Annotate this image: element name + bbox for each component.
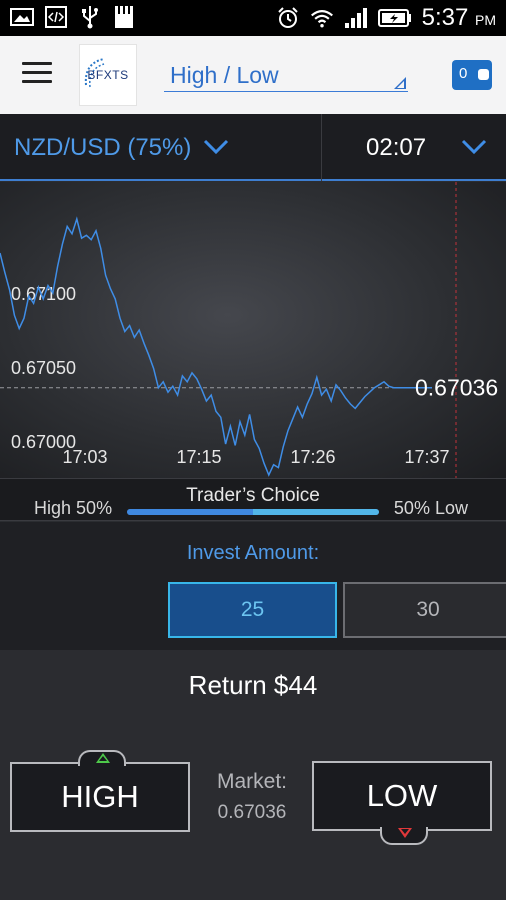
low-button-tab [380,827,428,845]
low-sentiment-pct: 50% [393,498,430,518]
x-tick-label: 17:37 [404,447,449,467]
menu-icon-line [22,71,52,74]
y-tick-label: 0.67100 [11,284,76,304]
signal-icon [344,7,368,29]
sd-card-icon [112,6,136,28]
wallet-icon [478,69,489,80]
status-bar: 5:37 PM [0,0,506,36]
asset-selector-row: NZD/USD (75%) 02:07 [0,114,506,181]
expiry-dropdown[interactable]: 02:07 [323,114,506,181]
market-price: Market: 0.67036 [196,770,308,824]
trade-panel: Return $44 HIGH Market: 0.67036 LOW [0,650,506,900]
menu-button[interactable] [22,62,52,86]
image-icon [10,6,34,28]
code-icon [44,6,68,28]
high-button-label: HIGH [61,779,139,814]
trade-mode-label: High / Low [170,62,279,88]
clock: 5:37 PM [422,4,496,32]
market-value: 0.67036 [217,802,287,823]
traders-choice-bar: Trader’s Choice High 50% 50% Low [0,478,506,521]
invest-panel: Invest Amount: 25 30 [0,522,506,650]
low-button-label: LOW [366,778,438,813]
price-chart-svg: 0.671000.670500.670000.6703617:03 17:15 17… [0,182,498,478]
return-amount: Return $44 [188,670,318,700]
brand-logo: BFXTS [79,44,137,106]
arrow-up-icon [96,753,110,763]
x-tick-label: 17:15 [176,447,221,467]
high-sentiment-label: High [34,498,72,518]
clock-time: 5:37 [421,4,469,31]
high-sentiment-pct: 50% [76,498,113,518]
chevron-down-icon [203,139,229,155]
low-sentiment-fill [253,509,379,515]
wifi-icon [310,7,334,29]
x-tick-label: 17:26 [290,447,335,467]
current-price-label: 0.67036 [415,375,498,401]
high-button[interactable]: HIGH [10,750,190,832]
x-tick-label: 17:03 [62,447,107,467]
low-sentiment-label: Low [434,498,468,518]
menu-icon-line [22,62,52,65]
menu-icon-line [22,80,52,83]
market-label: Market: [216,770,287,793]
low-button[interactable]: LOW [312,761,492,845]
wallet-button[interactable]: 0 [452,60,492,90]
system-icons: 5:37 PM [276,4,496,32]
logo-text: BFXTS [87,68,129,82]
sentiment-track [127,509,379,515]
clock-ampm: PM [475,12,496,28]
y-tick-label: 0.67050 [11,358,76,378]
invest-amount-title: Invest Amount: [186,542,320,564]
trade-mode-dropdown[interactable]: High / Low [164,58,408,92]
usb-icon [78,6,102,29]
notification-icons [10,6,136,29]
amount-option-selected[interactable]: 25 [168,582,337,638]
arrow-down-icon [398,828,412,838]
low-sentiment: 50% Low [394,498,468,519]
asset-name: NZD/USD (75%) [14,134,192,161]
alarm-icon [276,7,300,29]
chevron-down-icon [461,139,487,155]
app-header: BFXTS High / Low 0 [0,36,506,114]
price-chart[interactable]: 0.67100 0.67050 0.67000 0.67036 17:03 17:15 17… [0,182,506,478]
amount-option[interactable]: 30 [343,582,506,638]
wallet-balance: 0 [459,65,468,82]
expiry-time: 02:07 [366,134,427,161]
dropdown-corner-inner [397,81,404,88]
high-button-tab [78,750,126,766]
battery-icon [377,7,412,29]
asset-dropdown[interactable]: NZD/USD (75%) [0,114,322,181]
high-sentiment-fill [127,509,253,515]
high-sentiment: High 50% [34,498,112,519]
